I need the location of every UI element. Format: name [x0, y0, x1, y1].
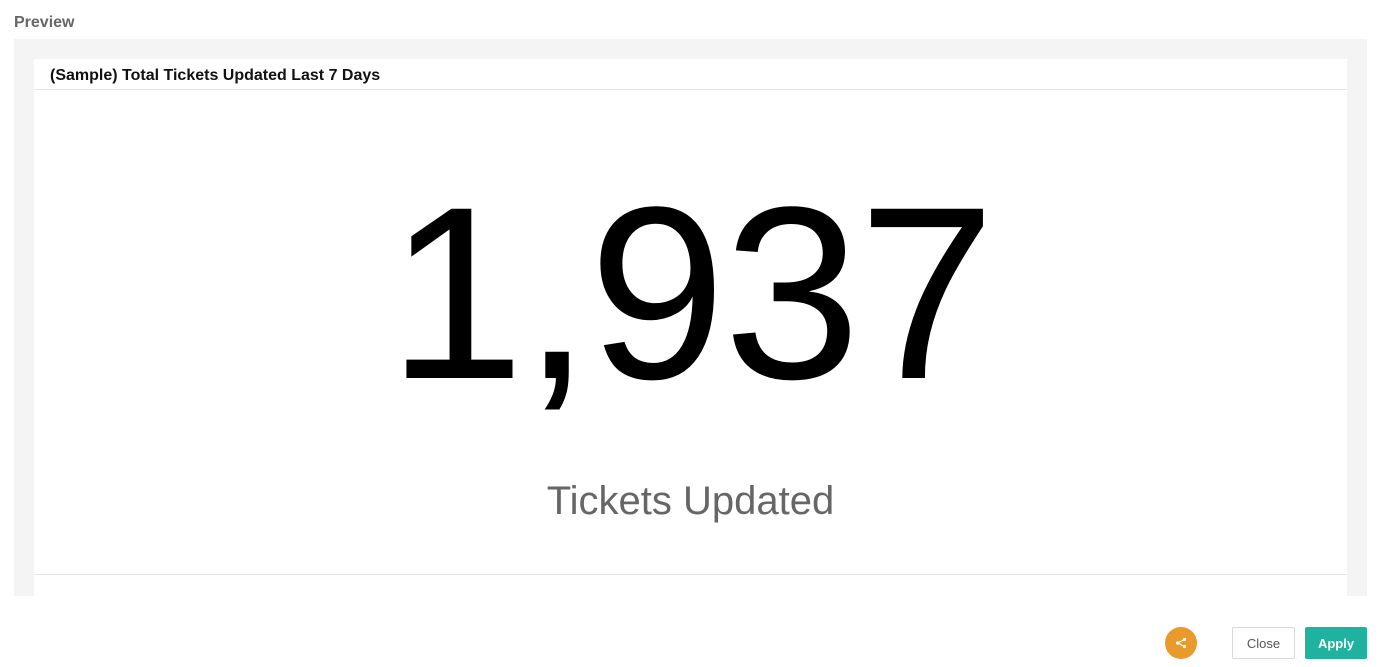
preview-area: (Sample) Total Tickets Updated Last 7 Da… [14, 39, 1367, 596]
widget-footer-divider [34, 574, 1347, 575]
metric-value: 1,937 [387, 156, 996, 431]
close-button[interactable]: Close [1232, 627, 1295, 659]
preview-heading: Preview [14, 14, 75, 31]
share-button[interactable] [1165, 627, 1197, 659]
metric-widget-card: (Sample) Total Tickets Updated Last 7 Da… [34, 59, 1347, 596]
widget-title: (Sample) Total Tickets Updated Last 7 Da… [50, 67, 381, 84]
widget-header: (Sample) Total Tickets Updated Last 7 Da… [34, 59, 1347, 90]
share-icon [1175, 637, 1187, 649]
metric-label: Tickets Updated [546, 479, 835, 523]
apply-button[interactable]: Apply [1305, 627, 1367, 659]
